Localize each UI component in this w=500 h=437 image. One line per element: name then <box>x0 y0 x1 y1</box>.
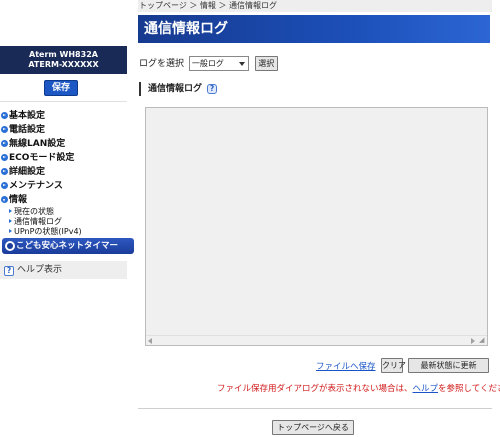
nav-arrow-icon <box>1 140 8 147</box>
save-to-file-link[interactable]: ファイルへ保存 <box>316 360 376 372</box>
sidebar-header-space <box>0 0 127 46</box>
page-title: 通信情報ログ <box>138 15 490 43</box>
nav-arrow-icon <box>1 168 8 175</box>
kids-banner-label: こども安心ネットタイマー <box>16 241 119 251</box>
scroll-left-icon[interactable] <box>148 338 152 344</box>
breadcrumb: トップページ ＞ 情報 ＞ 通信情報ログ <box>138 0 492 12</box>
nav-item-maintenance[interactable]: メンテナンス <box>0 179 127 193</box>
question-icon: ? <box>4 266 14 276</box>
nav-label: 情報 <box>9 195 28 205</box>
save-dialog-note: ファイル保存用ダイアログが表示されない場合は、ヘルプを参照してください。 <box>217 382 500 394</box>
refresh-button[interactable]: 最新状態に更新 <box>408 358 489 373</box>
chevron-down-icon <box>238 62 245 66</box>
device-info-box: Aterm WH832A ATERM-XXXXXX <box>0 46 127 74</box>
section-heading: 通信情報ログ? <box>139 82 218 96</box>
sub-item-current-status[interactable]: 現在の状態 <box>0 207 127 217</box>
nav-item-wireless-lan-settings[interactable]: 無線LAN設定 <box>0 137 127 151</box>
kids-timer-icon <box>5 241 15 251</box>
log-textarea[interactable]: ◢ <box>145 107 488 346</box>
sidebar-nav: 基本設定 電話設定 無線LAN設定 ECOモード設定 詳細設定 メンテナンス 情… <box>0 109 127 237</box>
note-prefix: ファイル保存用ダイアログが表示されない場合は、 <box>217 384 413 394</box>
back-to-top-button[interactable]: トップページへ戻る <box>272 420 354 435</box>
save-area: 保存 <box>0 74 127 102</box>
nav-arrow-down-icon <box>1 196 8 203</box>
nav-label: メンテナンス <box>9 181 63 191</box>
nav-item-eco-mode-settings[interactable]: ECOモード設定 <box>0 151 127 165</box>
help-label: ヘルプ表示 <box>17 265 63 275</box>
device-model: Aterm WH832A <box>29 50 98 59</box>
scroll-right-icon[interactable] <box>471 338 475 344</box>
nav-item-advanced-settings[interactable]: 詳細設定 <box>0 165 127 179</box>
divider <box>138 408 492 409</box>
horizontal-scrollbar[interactable] <box>146 335 487 345</box>
sub-arrow-icon <box>9 229 12 233</box>
nav-label: 無線LAN設定 <box>9 139 66 149</box>
log-select-row: ログを選択 一般ログ 選択 <box>139 56 278 72</box>
nav-item-information[interactable]: 情報 <box>0 193 127 207</box>
log-select-value: 一般ログ <box>191 59 224 68</box>
sidebar: Aterm WH832A ATERM-XXXXXX 保存 基本設定 電話設定 無… <box>0 0 134 437</box>
log-type-select[interactable]: 一般ログ <box>188 56 249 71</box>
nav-label: ECOモード設定 <box>9 153 75 163</box>
nav-arrow-icon <box>1 126 8 133</box>
nav-label: 電話設定 <box>9 125 46 135</box>
clear-button[interactable]: クリア <box>381 358 406 373</box>
nav-arrow-icon <box>1 154 8 161</box>
sub-item-label: UPnPの状態(IPv4) <box>14 227 82 236</box>
resize-grip-icon[interactable]: ◢ <box>479 337 486 344</box>
sub-arrow-icon <box>9 209 12 213</box>
nav-label: 基本設定 <box>9 111 46 121</box>
nav-item-basic-settings[interactable]: 基本設定 <box>0 109 127 123</box>
save-button[interactable]: 保存 <box>44 80 78 96</box>
sub-item-upnp-status[interactable]: UPnPの状態(IPv4) <box>0 227 127 237</box>
help-toggle[interactable]: ? ヘルプ表示 <box>0 261 127 279</box>
device-ssid: ATERM-XXXXXX <box>28 60 99 69</box>
sub-item-communication-log[interactable]: 通信情報ログ <box>0 217 127 227</box>
log-action-row: ファイルへ保存 クリア 最新状態に更新 <box>138 358 490 374</box>
nav-arrow-icon <box>1 182 8 189</box>
nav-label: 詳細設定 <box>9 167 46 177</box>
nav-item-phone-settings[interactable]: 電話設定 <box>0 123 127 137</box>
sub-item-label: 現在の状態 <box>14 207 54 216</box>
nav-arrow-icon <box>1 112 8 119</box>
section-title: 通信情報ログ <box>148 84 203 94</box>
log-select-label: ログを選択 <box>139 59 185 69</box>
note-suffix: を参照してください。 <box>438 384 500 394</box>
sub-arrow-icon <box>9 219 12 223</box>
main-content: トップページ ＞ 情報 ＞ 通信情報ログ 通信情報ログ ログを選択 一般ログ 選… <box>138 0 500 437</box>
select-button[interactable]: 選択 <box>254 56 278 71</box>
help-link[interactable]: ヘルプ <box>413 384 439 394</box>
question-icon[interactable]: ? <box>207 84 218 94</box>
kids-net-timer-banner[interactable]: こども安心ネットタイマー <box>2 238 134 254</box>
sub-item-label: 通信情報ログ <box>14 217 62 226</box>
